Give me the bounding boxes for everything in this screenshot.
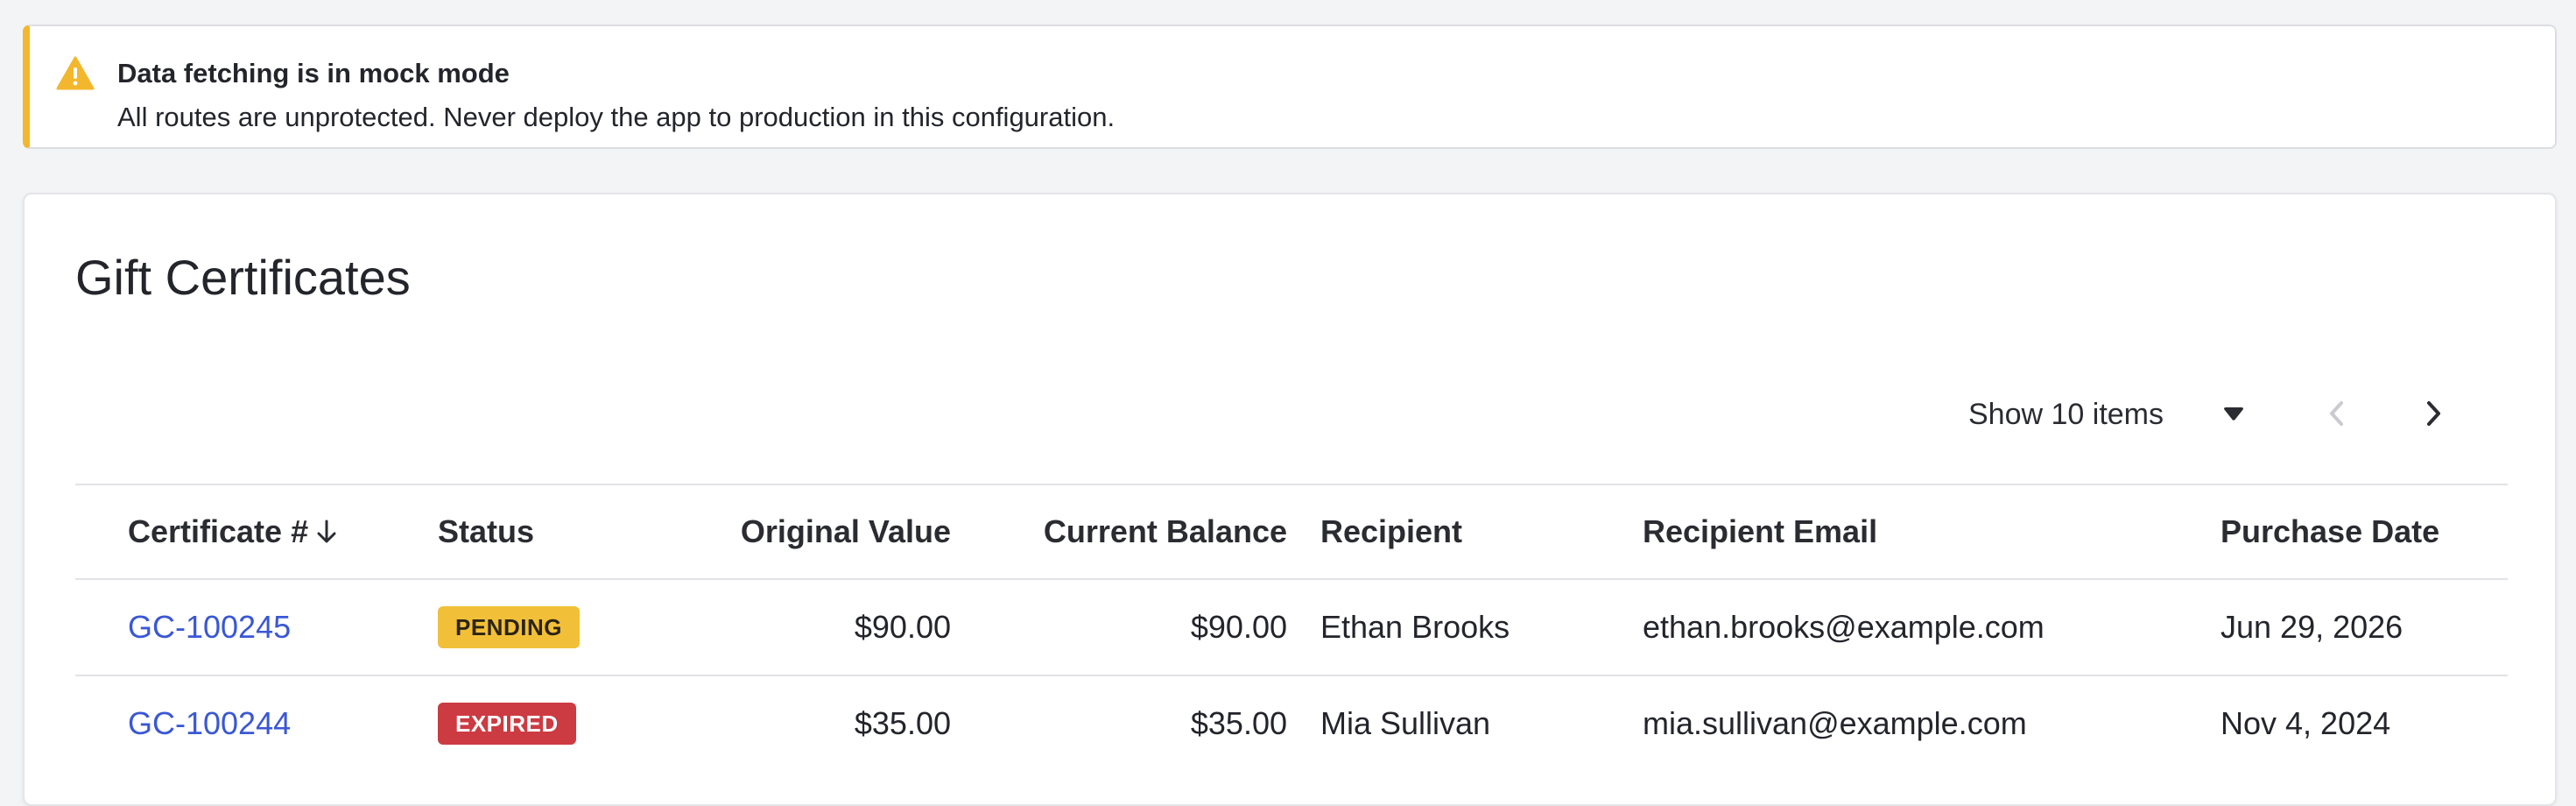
table-row: GC-100244 EXPIRED $35.00 $35.00 Mia Sull… — [75, 675, 2508, 771]
recipient-cell: Mia Sullivan — [1320, 705, 1491, 741]
alert-message: All routes are unprotected. Never deploy… — [117, 102, 1116, 132]
column-header-original-value[interactable]: Original Value — [548, 485, 951, 578]
recipient-cell: Ethan Brooks — [1320, 609, 1510, 645]
column-header-certificate[interactable]: Certificate # — [128, 485, 338, 578]
chevron-right-icon[interactable] — [2420, 394, 2446, 433]
gift-certificates-card: Gift Certificates Show 10 items Certific… — [23, 193, 2557, 806]
mock-mode-alert: Data fetching is in mock mode All routes… — [23, 25, 2557, 149]
column-header-status[interactable]: Status — [438, 485, 534, 578]
caret-down-icon[interactable] — [2222, 407, 2245, 422]
arrow-down-icon — [317, 520, 336, 543]
table-row: GC-100245 PENDING $90.00 $90.00 Ethan Br… — [75, 578, 2508, 675]
original-value-cell: $90.00 — [854, 609, 951, 645]
certificate-link[interactable]: GC-100244 — [128, 705, 291, 742]
original-value-cell: $35.00 — [854, 705, 951, 741]
column-header-current-balance[interactable]: Current Balance — [968, 485, 1287, 578]
purchase-date-cell: Jun 29, 2026 — [2221, 609, 2404, 645]
page-size-select[interactable]: Show 10 items — [1968, 392, 2164, 436]
warning-icon — [56, 56, 95, 90]
purchase-date-cell: Nov 4, 2024 — [2221, 705, 2391, 741]
column-header-recipient[interactable]: Recipient — [1320, 485, 1462, 578]
certificate-link[interactable]: GC-100245 — [128, 609, 291, 646]
column-header-certificate-label: Certificate # — [128, 513, 309, 549]
recipient-email-cell: mia.sullivan@example.com — [1643, 705, 2027, 741]
page-size-label: Show 10 items — [1968, 398, 2164, 431]
recipient-email-cell: ethan.brooks@example.com — [1643, 609, 2045, 645]
current-balance-cell: $35.00 — [1190, 705, 1287, 741]
chevron-left-icon[interactable] — [2324, 394, 2350, 433]
gift-certificates-table: Certificate # Status Original Value Curr… — [75, 484, 2508, 771]
current-balance-cell: $90.00 — [1190, 609, 1287, 645]
column-header-recipient-email[interactable]: Recipient Email — [1643, 485, 1877, 578]
table-header-row: Certificate # Status Original Value Curr… — [75, 484, 2508, 578]
alert-title: Data fetching is in mock mode — [117, 58, 510, 88]
column-header-purchase-date[interactable]: Purchase Date — [2221, 485, 2439, 578]
page-title: Gift Certificates — [75, 250, 411, 305]
